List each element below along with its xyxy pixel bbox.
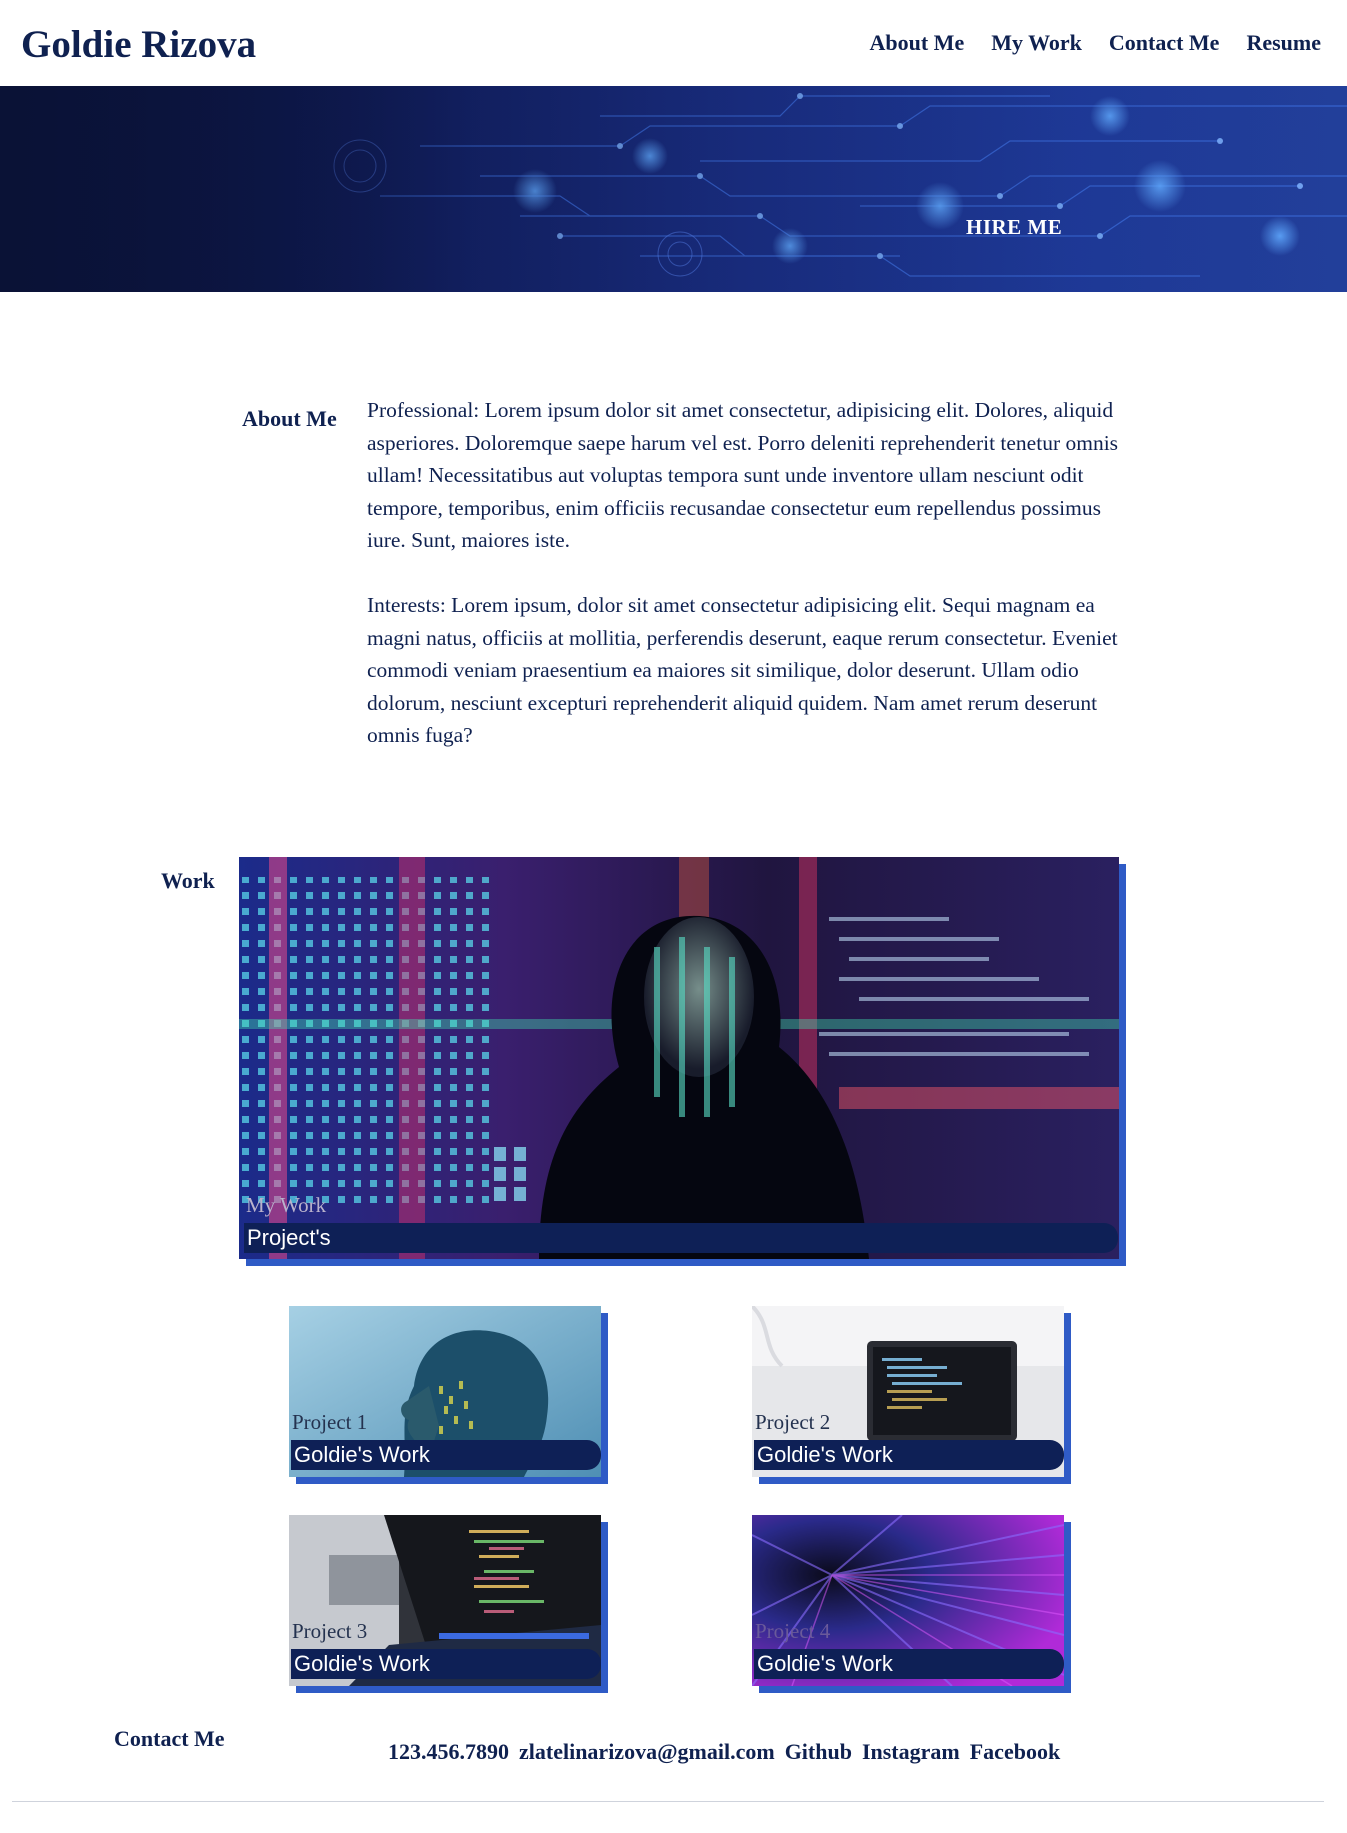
project-1-caption: Goldie's Work	[291, 1440, 601, 1470]
featured-label: My Work	[246, 1193, 327, 1217]
hire-me-button[interactable]: HIRE ME	[966, 215, 1062, 240]
project-2-caption: Goldie's Work	[754, 1440, 1064, 1470]
site-header: Goldie Rizova About Me My Work Contact M…	[0, 0, 1347, 86]
project-3-label: Project 3	[292, 1619, 368, 1643]
site-brand[interactable]: Goldie Rizova	[21, 22, 256, 67]
about-interests-text: Interests: Lorem ipsum, dolor sit amet c…	[367, 593, 1118, 747]
project-2-card[interactable]: Project 2 Goldie's Work	[752, 1306, 1064, 1477]
project-2-label: Project 2	[755, 1410, 831, 1434]
about-me-heading: About Me	[242, 406, 337, 431]
facebook-link[interactable]: Facebook	[970, 1739, 1060, 1765]
project-3-card[interactable]: Project 3 Goldie's Work	[289, 1515, 601, 1686]
nav-my-work[interactable]: My Work	[991, 30, 1082, 56]
project-4-card[interactable]: Project 4 Goldie's Work	[752, 1515, 1064, 1686]
project-4-label: Project 4	[755, 1619, 831, 1643]
work-heading: Work	[161, 868, 215, 893]
project-1-card[interactable]: Project 1 Goldie's Work	[289, 1306, 601, 1477]
featured-caption: Project's	[244, 1223, 1118, 1253]
footer-divider	[12, 1801, 1324, 1802]
contact-phone[interactable]: 123.456.7890	[388, 1739, 509, 1765]
featured-work-image	[239, 857, 1119, 1259]
featured-work-card[interactable]: My Work Project's	[239, 857, 1119, 1259]
contact-links: 123.456.7890 zlatelinarizova@gmail.com G…	[388, 1739, 1060, 1765]
project-4-caption: Goldie's Work	[754, 1649, 1064, 1679]
project-3-caption: Goldie's Work	[291, 1649, 601, 1679]
contact-email[interactable]: zlatelinarizova@gmail.com	[519, 1739, 775, 1765]
nav-about-me[interactable]: About Me	[870, 30, 965, 56]
nav-resume[interactable]: Resume	[1246, 30, 1321, 56]
main-nav: About Me My Work Contact Me Resume	[870, 30, 1322, 56]
hero-banner: HIRE ME	[0, 86, 1347, 292]
instagram-link[interactable]: Instagram	[862, 1739, 960, 1765]
github-link[interactable]: Github	[785, 1739, 852, 1765]
contact-me-heading: Contact Me	[114, 1726, 225, 1751]
project-1-label: Project 1	[292, 1410, 368, 1434]
about-professional-text: Professional: Lorem ipsum dolor sit amet…	[367, 398, 1119, 552]
nav-contact-me[interactable]: Contact Me	[1109, 30, 1220, 56]
circuit-background-image	[0, 86, 1347, 292]
